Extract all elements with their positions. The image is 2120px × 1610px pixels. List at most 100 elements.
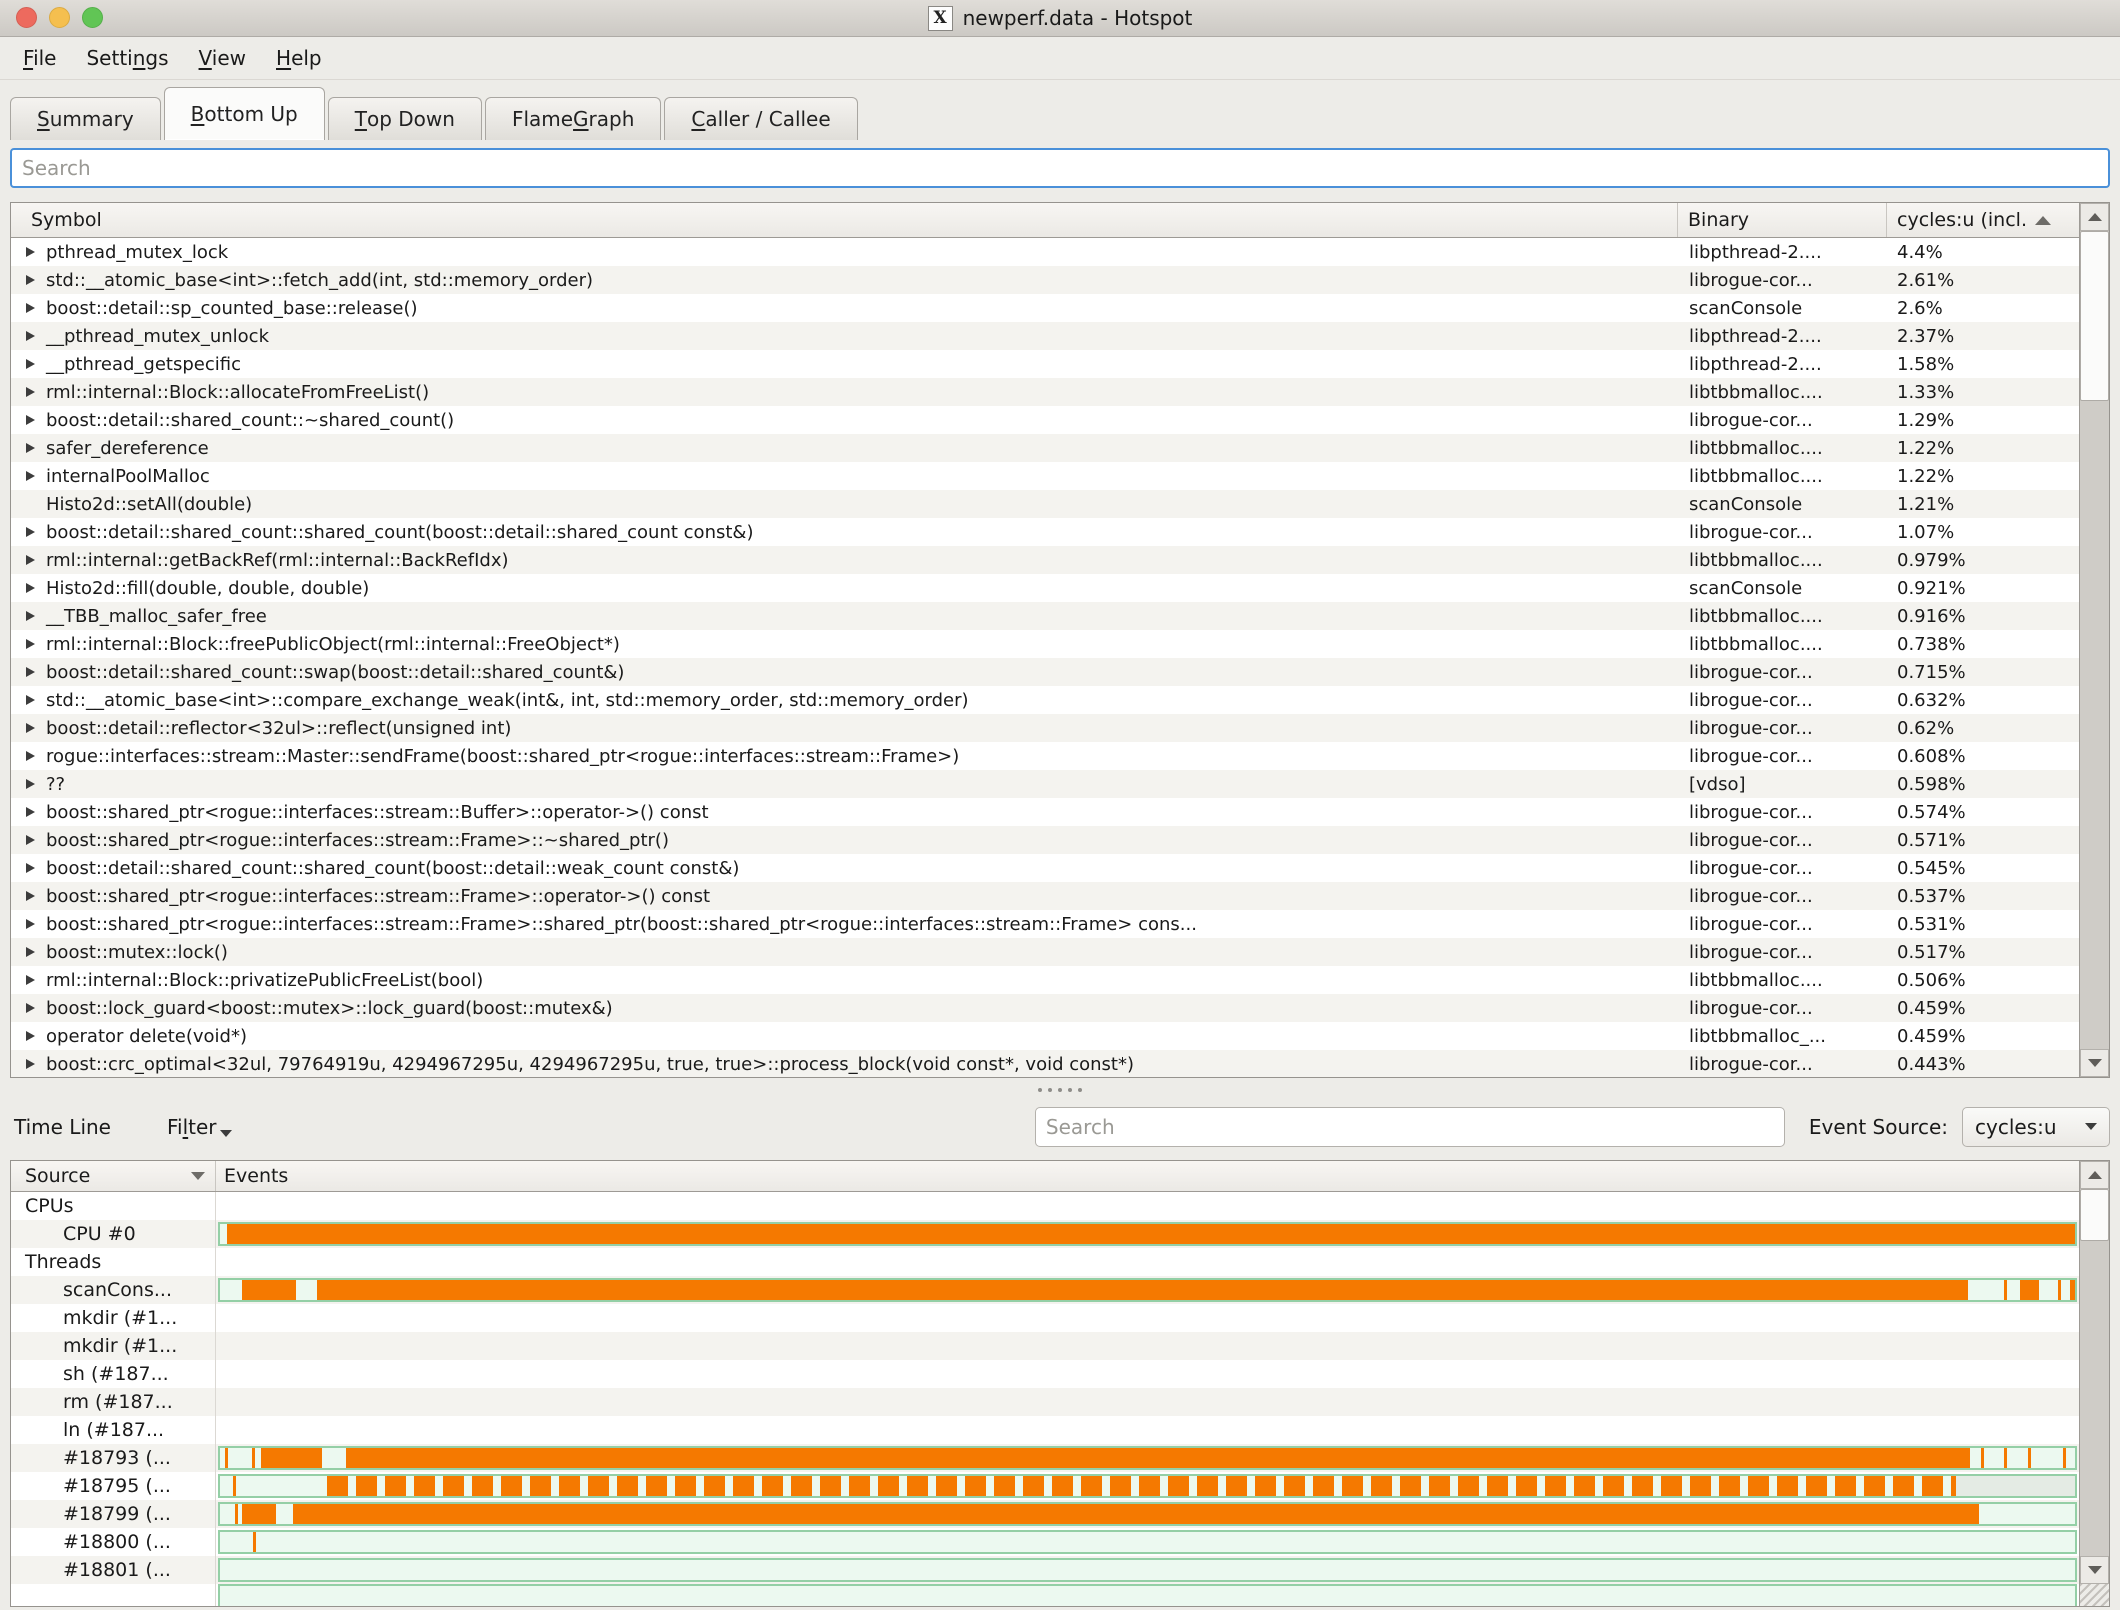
table-row[interactable]: ??[vdso]0.598% [11, 770, 2079, 798]
column-header-cycles[interactable]: cycles:u (incl. [1886, 203, 2079, 237]
table-row[interactable]: rml::internal::Block::privatizePublicFre… [11, 966, 2079, 994]
timeline-row[interactable]: mkdir (#1... [11, 1332, 2079, 1360]
expand-arrow-icon[interactable] [26, 947, 35, 957]
table-row[interactable]: boost::detail::reflector<32ul>::reflect(… [11, 714, 2079, 742]
menu-view[interactable]: View [184, 39, 261, 77]
timeline-row[interactable]: #18793 (... [11, 1444, 2079, 1472]
table-row[interactable]: boost::detail::shared_count::shared_coun… [11, 518, 2079, 546]
table-row[interactable]: __pthread_getspecificlibpthread-2....1.5… [11, 350, 2079, 378]
timeline-row[interactable]: mkdir (#1... [11, 1304, 2079, 1332]
tab-bottom-up[interactable]: Bottom Up [164, 87, 325, 140]
expand-arrow-icon[interactable] [26, 331, 35, 341]
expand-arrow-icon[interactable] [26, 247, 35, 257]
table-row[interactable]: boost::shared_ptr<rogue::interfaces::str… [11, 882, 2079, 910]
events-bar[interactable] [218, 1530, 2077, 1554]
timeline-scrollbar[interactable] [2079, 1161, 2109, 1606]
table-row[interactable]: rml::internal::Block::allocateFromFreeLi… [11, 378, 2079, 406]
table-row[interactable]: __TBB_malloc_safer_freelibtbbmalloc....0… [11, 602, 2079, 630]
symbol-search-input[interactable] [10, 148, 2110, 188]
timeline-row[interactable]: #18801 (... [11, 1556, 2079, 1584]
tab-summary[interactable]: Summary [10, 97, 161, 140]
scroll-down-button[interactable] [2080, 1556, 2109, 1584]
table-row[interactable]: internalPoolMalloclibtbbmalloc....1.22% [11, 462, 2079, 490]
expand-arrow-icon[interactable] [26, 807, 35, 817]
expand-arrow-icon[interactable] [26, 1059, 35, 1069]
timeline-filter-button[interactable]: Filter [167, 1115, 232, 1139]
scroll-down-button[interactable] [2080, 1049, 2109, 1077]
expand-arrow-icon[interactable] [26, 835, 35, 845]
table-row[interactable]: rml::internal::Block::freePublicObject(r… [11, 630, 2079, 658]
events-bar[interactable] [218, 1558, 2077, 1582]
table-row[interactable]: rml::internal::getBackRef(rml::internal:… [11, 546, 2079, 574]
events-bar[interactable] [218, 1502, 2077, 1526]
timeline-row[interactable]: CPU #0 [11, 1220, 2079, 1248]
splitter-handle[interactable] [10, 1078, 2110, 1102]
scroll-up-button[interactable] [2080, 203, 2109, 231]
events-bar[interactable] [218, 1474, 2077, 1498]
table-row[interactable]: boost::shared_ptr<rogue::interfaces::str… [11, 910, 2079, 938]
scrollbar-trough[interactable] [2080, 401, 2109, 1049]
expand-arrow-icon[interactable] [26, 1003, 35, 1013]
timeline-row[interactable]: scanCons... [11, 1276, 2079, 1304]
expand-arrow-icon[interactable] [26, 1031, 35, 1041]
timeline-row[interactable]: #18795 (... [11, 1472, 2079, 1500]
maximize-window-button[interactable] [82, 7, 103, 28]
table-row[interactable]: Histo2d::fill(double, double, double)sca… [11, 574, 2079, 602]
expand-arrow-icon[interactable] [26, 611, 35, 621]
table-row[interactable]: Histo2d::setAll(double)scanConsole1.21% [11, 490, 2079, 518]
timeline-row[interactable]: Threads [11, 1248, 2079, 1276]
table-row[interactable]: pthread_mutex_locklibpthread-2....4.4% [11, 238, 2079, 266]
expand-arrow-icon[interactable] [26, 919, 35, 929]
expand-arrow-icon[interactable] [26, 975, 35, 985]
timeline-row[interactable]: ln (#187... [11, 1416, 2079, 1444]
tab-top-down[interactable]: Top Down [328, 97, 482, 140]
timeline-row[interactable]: rm (#187... [11, 1388, 2079, 1416]
table-row[interactable]: std::__atomic_base<int>::fetch_add(int, … [11, 266, 2079, 294]
timeline-row[interactable] [11, 1584, 2079, 1606]
column-header-source[interactable]: Source [11, 1161, 216, 1191]
table-row[interactable]: boost::shared_ptr<rogue::interfaces::str… [11, 826, 2079, 854]
table-row[interactable]: __pthread_mutex_unlocklibpthread-2....2.… [11, 322, 2079, 350]
expand-arrow-icon[interactable] [26, 891, 35, 901]
menu-file[interactable]: File [8, 39, 71, 77]
menu-settings[interactable]: Settings [71, 39, 183, 77]
timeline-row[interactable]: #18799 (... [11, 1500, 2079, 1528]
table-row[interactable]: std::__atomic_base<int>::compare_exchang… [11, 686, 2079, 714]
column-header-binary[interactable]: Binary [1677, 203, 1886, 237]
tab-caller-callee[interactable]: Caller / Callee [664, 97, 857, 140]
scroll-up-button[interactable] [2080, 1161, 2109, 1189]
expand-arrow-icon[interactable] [26, 667, 35, 677]
scrollbar-thumb[interactable] [2080, 1189, 2109, 1241]
expand-arrow-icon[interactable] [26, 471, 35, 481]
table-row[interactable]: boost::shared_ptr<rogue::interfaces::str… [11, 798, 2079, 826]
expand-arrow-icon[interactable] [26, 415, 35, 425]
expand-arrow-icon[interactable] [26, 863, 35, 873]
table-row[interactable]: operator delete(void*)libtbbmalloc_...0.… [11, 1022, 2079, 1050]
close-window-button[interactable] [16, 7, 37, 28]
menu-help[interactable]: Help [261, 39, 337, 77]
timeline-search-input[interactable] [1035, 1107, 1785, 1147]
expand-arrow-icon[interactable] [26, 387, 35, 397]
expand-arrow-icon[interactable] [26, 303, 35, 313]
timeline-row[interactable]: #18800 (... [11, 1528, 2079, 1556]
table-row[interactable]: boost::detail::sp_counted_base::release(… [11, 294, 2079, 322]
expand-arrow-icon[interactable] [26, 583, 35, 593]
expand-arrow-icon[interactable] [26, 527, 35, 537]
expand-arrow-icon[interactable] [26, 275, 35, 285]
minimize-window-button[interactable] [49, 7, 70, 28]
expand-arrow-icon[interactable] [26, 555, 35, 565]
table-row[interactable]: boost::lock_guard<boost::mutex>::lock_gu… [11, 994, 2079, 1022]
table-row[interactable]: boost::crc_optimal<32ul, 79764919u, 4294… [11, 1050, 2079, 1077]
expand-arrow-icon[interactable] [26, 639, 35, 649]
expand-arrow-icon[interactable] [26, 723, 35, 733]
scrollbar-thumb[interactable] [2080, 231, 2109, 401]
scrollbar-trough[interactable] [2080, 1241, 2109, 1556]
expand-arrow-icon[interactable] [26, 695, 35, 705]
timeline-row[interactable]: CPUs [11, 1192, 2079, 1220]
timeline-row[interactable]: sh (#187... [11, 1360, 2079, 1388]
table-row[interactable]: boost::mutex::lock()librogue-cor...0.517… [11, 938, 2079, 966]
events-bar[interactable] [218, 1278, 2077, 1302]
table-row[interactable]: boost::detail::shared_count::shared_coun… [11, 854, 2079, 882]
expand-arrow-icon[interactable] [26, 751, 35, 761]
expand-arrow-icon[interactable] [26, 443, 35, 453]
